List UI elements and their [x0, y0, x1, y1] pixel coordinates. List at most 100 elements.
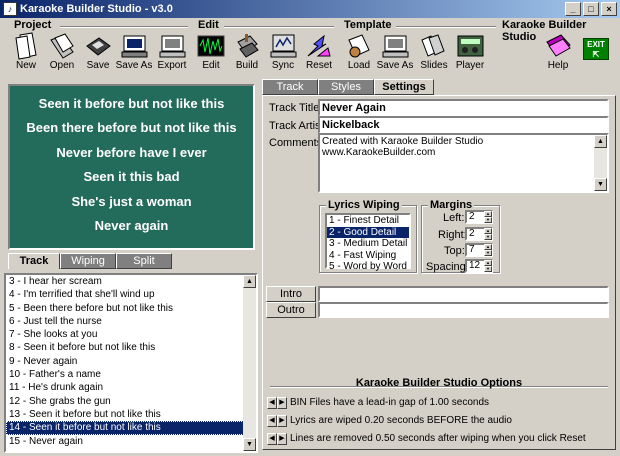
exit-icon: EXIT ⇱ — [583, 38, 609, 60]
comments-textarea[interactable]: Created with Karaoke Builder Studio www.… — [318, 133, 609, 193]
right-tab-bar: Track Styles Settings — [262, 79, 434, 95]
increase-icon: ▶ — [277, 433, 287, 445]
preview-line: She's just a woman — [71, 194, 192, 209]
track-list-item[interactable]: 8 - Seen it before but not like this — [6, 341, 256, 354]
track-list-item[interactable]: 6 - Just tell the nurse — [6, 315, 256, 328]
new-file-icon — [15, 32, 37, 60]
wiping-option[interactable]: 3 - Medium Detail — [327, 238, 409, 250]
save-as-button[interactable]: Save As — [116, 32, 152, 76]
export-monitor-icon — [159, 35, 186, 58]
tab-split[interactable]: Split — [116, 253, 172, 269]
margin-top-spinner[interactable]: 7 ▲ ▼ — [465, 243, 493, 257]
preview-line: Seen it this bad — [83, 169, 180, 184]
app-icon: ♪ — [3, 2, 17, 16]
spacing-label: Spacing: — [426, 261, 469, 273]
export-button[interactable]: Export — [154, 32, 190, 76]
wipe-offset-adjuster[interactable]: ◀ ▶ — [267, 414, 287, 427]
options-title: Karaoke Builder Studio Options — [355, 377, 523, 389]
waveform-icon — [197, 35, 225, 57]
wiping-option[interactable]: 1 - Finest Detail — [327, 215, 409, 227]
group-title-edit: Edit — [198, 19, 219, 31]
margin-left-label: Left: — [443, 212, 465, 224]
tab-track-settings[interactable]: Track — [262, 79, 318, 95]
increase-icon: ▶ — [277, 415, 287, 427]
lyrics-wiping-list[interactable]: 1 - Finest Detail 2 - Good Detail 3 - Medi… — [325, 213, 411, 272]
track-list-item[interactable]: 4 - I'm terrified that she'll wind up — [6, 288, 256, 301]
scroll-up-button[interactable]: ▲ — [243, 275, 256, 288]
player-device-icon — [457, 35, 484, 57]
track-list-item[interactable]: 14 - Seen it before but not like this — [6, 421, 256, 435]
player-button[interactable]: Player — [452, 32, 488, 76]
decrease-icon: ◀ — [267, 397, 277, 409]
spacing-spinner[interactable]: 12 ▲ ▼ — [465, 259, 493, 273]
track-list-item[interactable]: 12 - She grabs the gun — [6, 395, 256, 408]
wiping-option[interactable]: 2 - Good Detail — [327, 226, 409, 238]
remove-delay-adjuster[interactable]: ◀ ▶ — [267, 432, 287, 445]
margin-right-spinner[interactable]: 2 ▲ ▼ — [465, 227, 493, 241]
margin-right-label: Right: — [438, 229, 467, 241]
reset-button[interactable]: Reset — [301, 32, 337, 76]
track-list-item[interactable]: 9 - Never again — [6, 355, 256, 368]
scroll-up-button[interactable]: ▲ — [594, 135, 607, 148]
scroll-down-button[interactable]: ▼ — [594, 178, 607, 191]
tab-track[interactable]: Track — [8, 253, 60, 269]
tab-wiping[interactable]: Wiping — [60, 253, 116, 269]
margin-left-spinner[interactable]: 2 ▲ ▼ — [465, 210, 493, 224]
exit-button[interactable]: EXIT ⇱ — [578, 38, 614, 64]
preview-line: Seen it before but not like this — [38, 96, 225, 111]
group-title-template: Template — [344, 19, 392, 31]
track-artist-input[interactable]: Nickelback — [318, 116, 609, 134]
lyrics-preview: Seen it before but not like this Been th… — [8, 84, 255, 250]
track-list-item[interactable]: 15 - Never again — [6, 435, 256, 448]
preview-line: Never again — [94, 218, 169, 233]
margin-top-label: Top: — [444, 245, 465, 257]
track-title-label: Track Title: — [269, 102, 323, 114]
decrease-icon: ◀ — [267, 415, 277, 427]
load-template-icon — [348, 34, 370, 58]
close-button[interactable]: × — [601, 2, 617, 16]
track-list-item[interactable]: 10 - Father's a name — [6, 368, 256, 381]
track-list[interactable]: 3 - I hear her scream 4 - I'm terrified t… — [4, 273, 258, 453]
window-title: Karaoke Builder Studio - v3.0 — [20, 3, 173, 15]
decrease-icon: ◀ — [267, 433, 277, 445]
track-title-input[interactable]: Never Again — [318, 99, 609, 117]
track-list-scrollbar[interactable]: ▲ ▼ — [243, 275, 256, 451]
track-list-item[interactable]: 3 - I hear her scream — [6, 275, 256, 288]
track-list-item[interactable]: 13 - Seen it before but not like this — [6, 408, 256, 421]
save-template-button[interactable]: Save As — [377, 32, 413, 76]
comments-label: Comments: — [269, 137, 326, 149]
scroll-down-button[interactable]: ▼ — [243, 438, 256, 451]
group-title-project: Project — [14, 19, 52, 31]
maximize-button[interactable]: □ — [583, 2, 599, 16]
help-book-icon — [546, 34, 571, 57]
increase-icon: ▶ — [277, 397, 287, 409]
preview-line: Been there before but not like this — [26, 120, 237, 135]
reset-arrows-icon — [307, 34, 331, 57]
preview-line: Never before have I ever — [56, 145, 207, 160]
outro-input[interactable] — [318, 302, 609, 318]
sync-monitor-icon — [270, 34, 297, 58]
option-row-lead-in: ◀ ▶ BIN Files have a lead-in gap of 1.00 s… — [267, 396, 489, 409]
intro-input[interactable] — [318, 286, 609, 302]
toolbar: Project Edit Template Karaoke Builder St… — [0, 18, 620, 78]
tab-settings[interactable]: Settings — [374, 79, 434, 95]
left-tab-bar: Track Wiping Split — [8, 253, 172, 269]
track-list-item[interactable]: 5 - Been there before but not like this — [6, 302, 256, 315]
minimize-button[interactable]: _ — [565, 2, 581, 16]
wiping-option[interactable]: 5 - Word by Word — [327, 261, 409, 273]
outro-button[interactable]: Outro — [266, 302, 316, 318]
option-row-remove-delay: ◀ ▶ Lines are removed 0.50 seconds after w… — [267, 432, 586, 445]
save-as-monitor-icon — [121, 35, 148, 58]
comments-scrollbar[interactable]: ▲ ▼ — [594, 135, 607, 191]
track-list-item[interactable]: 11 - He's drunk again — [6, 381, 256, 394]
tab-styles[interactable]: Styles — [318, 79, 374, 95]
title-bar: ♪ Karaoke Builder Studio - v3.0 _ □ × — [0, 0, 620, 18]
track-list-item[interactable]: 7 - She looks at you — [6, 328, 256, 341]
intro-button[interactable]: Intro — [266, 286, 316, 302]
save-template-icon — [382, 35, 409, 58]
build-tools-icon — [237, 34, 259, 58]
wiping-option[interactable]: 4 - Fast Wiping — [327, 250, 409, 262]
lead-in-adjuster[interactable]: ◀ ▶ — [267, 396, 287, 409]
open-folder-icon — [50, 33, 74, 59]
help-button[interactable]: Help — [540, 32, 576, 76]
